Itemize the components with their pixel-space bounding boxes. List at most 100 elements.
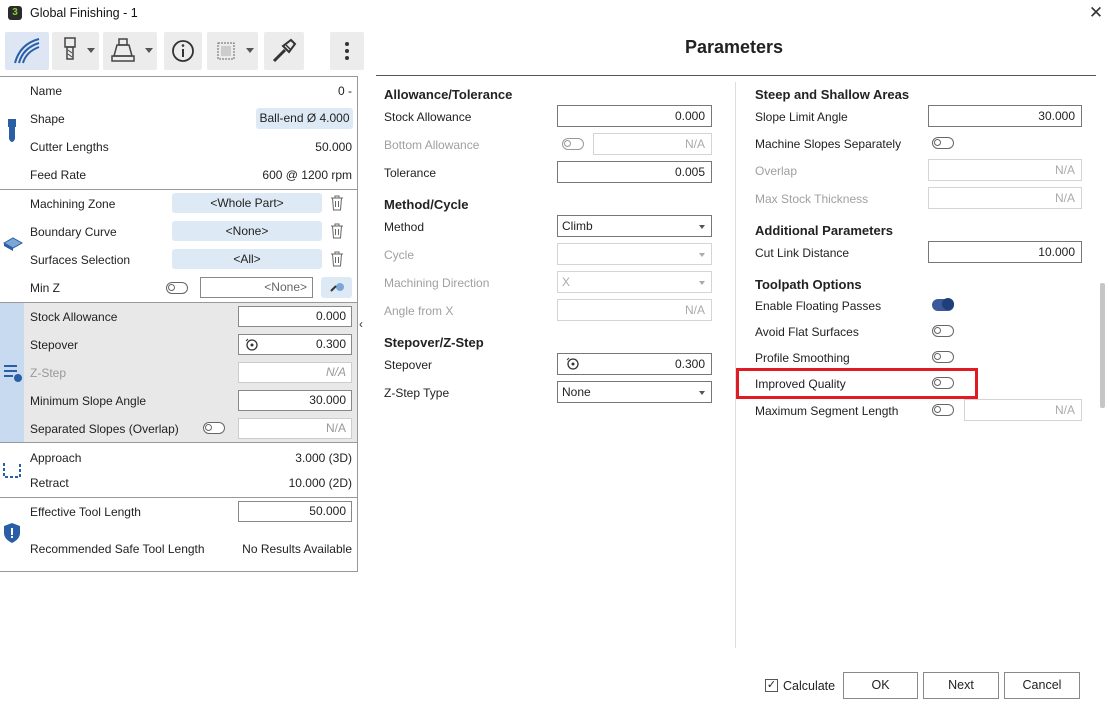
- steep-shallow-heading: Steep and Shallow Areas: [755, 87, 910, 102]
- chevron-down-icon: [145, 48, 153, 53]
- links-section-icon: [3, 463, 21, 478]
- tolerance-label: Tolerance: [384, 166, 437, 180]
- machine-slopes-separately-toggle[interactable]: [932, 137, 954, 149]
- calculate-label: Calculate: [783, 679, 836, 693]
- more-vert-icon: [345, 42, 349, 60]
- separated-slopes-toggle[interactable]: [203, 422, 225, 434]
- highlight-box: [736, 368, 978, 399]
- chevron-down-icon: [699, 253, 705, 257]
- max-stock-thickness-input: N/A: [928, 187, 1082, 209]
- profile-smoothing-label: Profile Smoothing: [755, 351, 850, 365]
- bottom-allowance-label: Bottom Allowance: [384, 138, 480, 152]
- chevron-down-icon: [699, 391, 705, 395]
- max-stock-thickness-label: Max Stock Thickness: [755, 192, 869, 206]
- title-bar: 3 Global Finishing - 1 ✕: [0, 0, 1109, 28]
- calculate-checkbox[interactable]: ✓: [765, 679, 778, 692]
- method-select[interactable]: Climb: [557, 215, 712, 237]
- zone-section-icon: [2, 237, 24, 251]
- enable-floating-passes-label: Enable Floating Passes: [755, 299, 882, 313]
- min-z-toggle[interactable]: [166, 282, 188, 294]
- chevron-down-icon: [699, 281, 705, 285]
- tool-section-icon: [8, 119, 16, 142]
- surfaces-selection-value[interactable]: <All>: [172, 249, 322, 269]
- profile-smoothing-toggle[interactable]: [932, 351, 954, 363]
- feed-rate-value: 600 @ 1200 rpm: [262, 168, 352, 182]
- separated-slopes-label: Separated Slopes (Overlap): [30, 422, 179, 436]
- pattern-button[interactable]: [207, 32, 258, 70]
- cycle-select: [557, 243, 712, 265]
- method-cycle-heading: Method/Cycle: [384, 197, 469, 212]
- ok-button[interactable]: OK: [843, 672, 918, 699]
- stock-allowance-input[interactable]: 0.000: [557, 105, 712, 127]
- shape-value[interactable]: Ball-end Ø 4.000: [256, 108, 353, 129]
- stepover-zstep-heading: Stepover/Z-Step: [384, 335, 484, 350]
- effective-tool-length-input[interactable]: 50.000: [238, 501, 352, 522]
- chevron-down-icon: [87, 48, 95, 53]
- wrench-button[interactable]: [264, 32, 304, 70]
- app-logo-icon: 3: [8, 6, 22, 20]
- stepover-input[interactable]: 0.300: [557, 353, 712, 375]
- z-step-type-label: Z-Step Type: [384, 386, 450, 400]
- chevron-down-icon: [246, 48, 254, 53]
- allowance-tolerance-heading: Allowance/Tolerance: [384, 87, 513, 102]
- boundary-curve-label: Boundary Curve: [30, 225, 117, 239]
- boundary-curve-value[interactable]: <None>: [172, 221, 322, 241]
- tool-button[interactable]: [52, 32, 99, 70]
- minimum-slope-angle-input[interactable]: 30.000: [238, 390, 352, 411]
- bottom-allowance-toggle[interactable]: [562, 138, 584, 150]
- separated-slopes-input: N/A: [238, 418, 352, 439]
- machining-zone-label: Machining Zone: [30, 197, 116, 211]
- stock-allowance-label: Stock Allowance: [384, 110, 472, 124]
- window-title: Global Finishing - 1: [30, 6, 138, 20]
- info-button[interactable]: [164, 32, 202, 70]
- enable-floating-passes-toggle[interactable]: [932, 298, 954, 311]
- pick-point-icon: [330, 283, 344, 292]
- holder-button[interactable]: [103, 32, 157, 70]
- trash-icon[interactable]: [330, 251, 344, 267]
- wrench-icon: [272, 38, 297, 63]
- stock-allowance-input[interactable]: 0.000: [238, 306, 352, 327]
- tool-icon: [63, 37, 76, 60]
- collapse-panel-chevron-icon[interactable]: ‹: [359, 317, 363, 331]
- cut-link-distance-input[interactable]: 10.000: [928, 241, 1082, 263]
- feed-rate-label: Feed Rate: [30, 168, 87, 182]
- retract-value: 10.000 (2D): [288, 476, 352, 490]
- trash-icon[interactable]: [330, 223, 344, 239]
- holder-icon: [111, 38, 135, 62]
- maximum-segment-length-toggle[interactable]: [932, 404, 954, 416]
- minimum-slope-angle-label: Minimum Slope Angle: [30, 394, 147, 408]
- z-step-type-select[interactable]: None: [557, 381, 712, 403]
- scrollbar[interactable]: [1100, 283, 1105, 408]
- name-label: Name: [30, 84, 63, 98]
- machining-direction-label: Machining Direction: [384, 276, 490, 290]
- next-button[interactable]: Next: [923, 672, 999, 699]
- min-z-label: Min Z: [30, 281, 60, 295]
- cycle-label: Cycle: [384, 248, 415, 262]
- pick-point-button[interactable]: [321, 277, 352, 298]
- machining-direction-value: X: [562, 275, 571, 289]
- angle-from-x-label: Angle from X: [384, 304, 454, 318]
- machining-direction-select: X: [557, 271, 712, 293]
- stepover-mode-icon[interactable]: [566, 357, 580, 371]
- min-z-input[interactable]: <None>: [200, 277, 313, 298]
- machining-zone-value[interactable]: <Whole Part>: [172, 193, 322, 213]
- toolpath-strategy-button[interactable]: [5, 32, 49, 70]
- slope-limit-angle-input[interactable]: 30.000: [928, 105, 1082, 127]
- name-value: 0 -: [337, 84, 352, 98]
- effective-tool-length-label: Effective Tool Length: [30, 505, 141, 519]
- column-divider: [735, 82, 736, 648]
- more-menu-button[interactable]: [330, 32, 364, 70]
- z-step-type-value: None: [562, 385, 591, 399]
- trash-icon[interactable]: [330, 195, 344, 211]
- cancel-button[interactable]: Cancel: [1004, 672, 1080, 699]
- close-icon[interactable]: ✕: [1086, 3, 1106, 23]
- stepover-label: Stepover: [30, 338, 79, 352]
- tolerance-input[interactable]: 0.005: [557, 161, 712, 183]
- stepover-mode-icon[interactable]: [245, 338, 259, 352]
- chevron-down-icon: [699, 225, 705, 229]
- retract-label: Retract: [30, 476, 69, 490]
- additional-parameters-heading: Additional Parameters: [755, 223, 893, 238]
- z-step-label: Z-Step: [30, 366, 67, 380]
- avoid-flat-surfaces-toggle[interactable]: [932, 325, 954, 337]
- recommended-safe-tool-length-label: Recommended Safe Tool Length: [30, 542, 205, 556]
